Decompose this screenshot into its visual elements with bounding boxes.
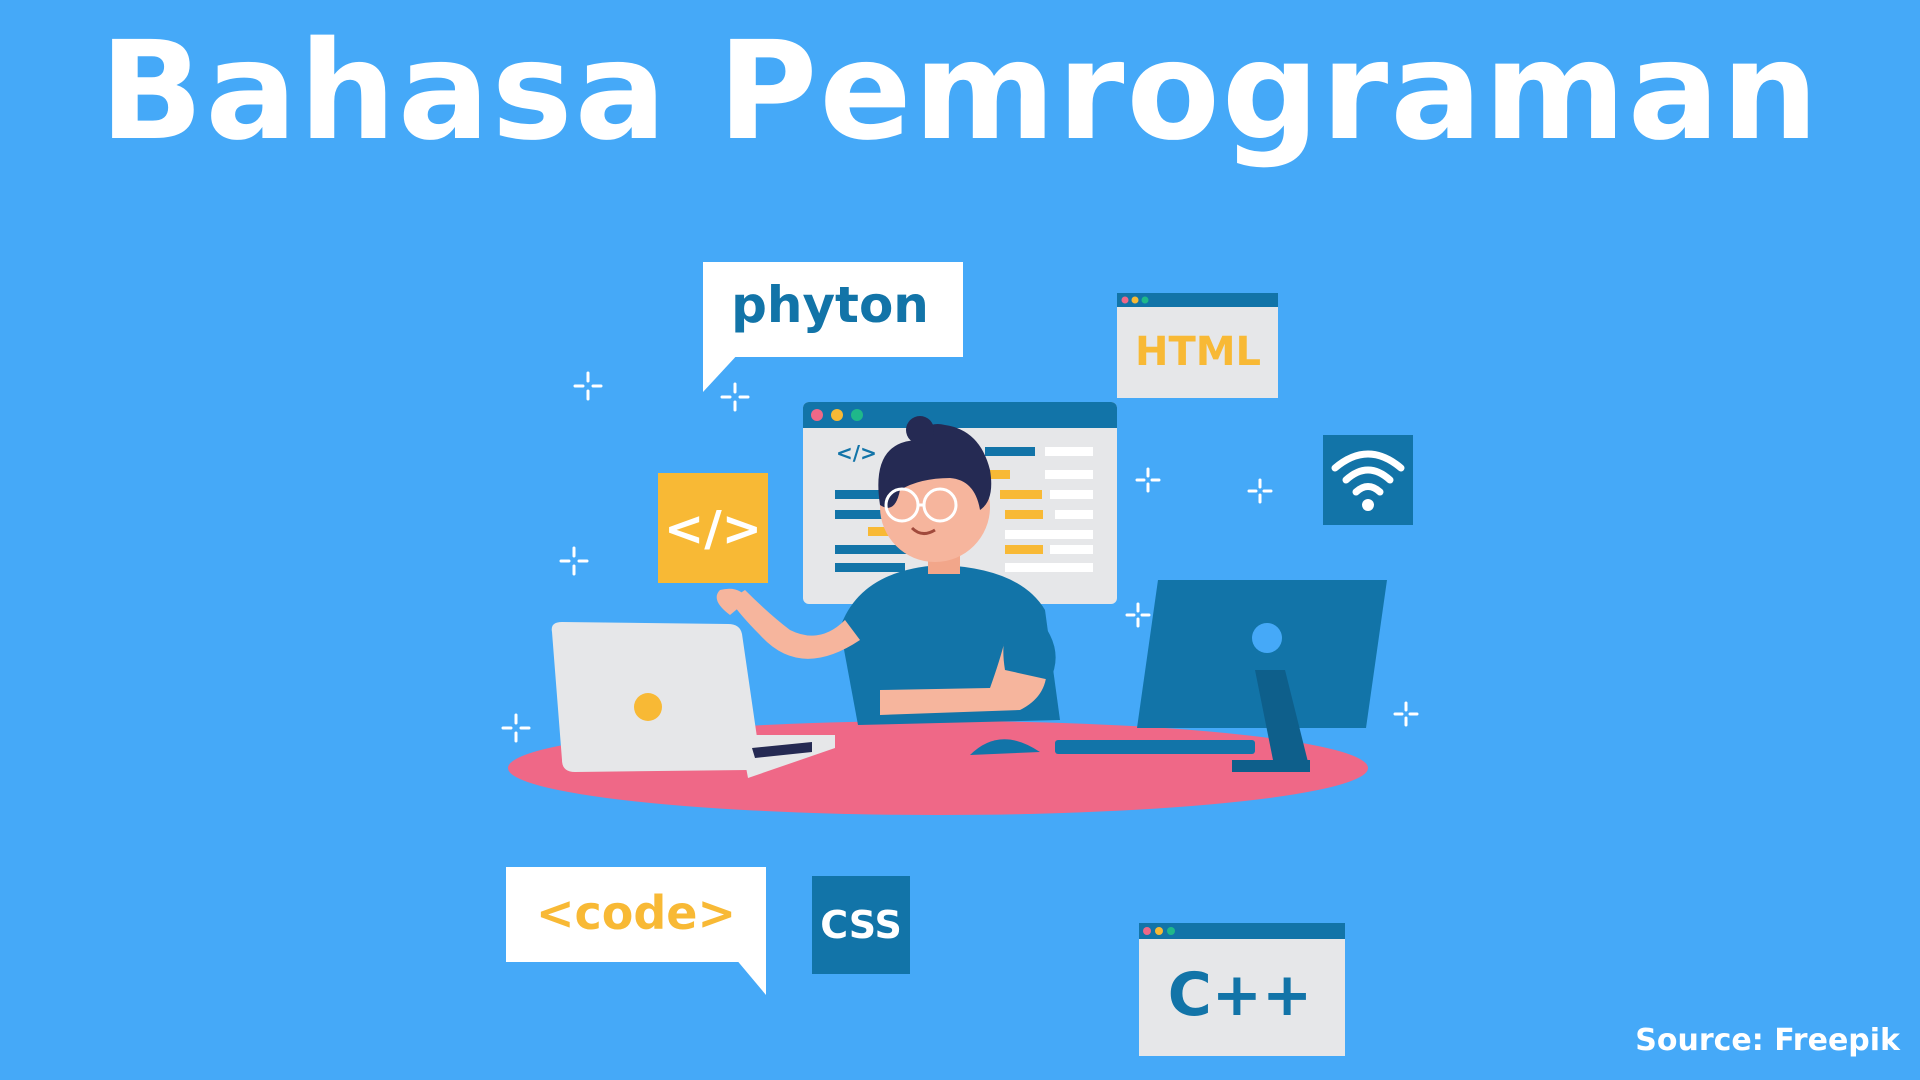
window-dot-green [851, 409, 863, 421]
window-dot-yellow [831, 409, 843, 421]
code-bubble: <code> [506, 867, 766, 995]
window-dot-yellow [1131, 296, 1139, 304]
source-credit: Source: Freepik [1635, 1023, 1900, 1058]
code-tag-box: </> [658, 473, 768, 583]
cpp-label: C++ [1168, 960, 1313, 1030]
css-box: CSS [812, 876, 910, 974]
code-label: <code> [536, 886, 736, 940]
python-label: phyton [731, 276, 929, 334]
html-label: HTML [1135, 329, 1261, 375]
window-dot-yellow [1155, 927, 1163, 935]
python-bubble: phyton [703, 262, 963, 392]
window-dot-red [811, 409, 823, 421]
css-label: CSS [820, 903, 902, 947]
keyboard [1055, 740, 1255, 754]
illustration: phyton HTML </> </> <code> CSS C++ [501, 262, 1419, 1056]
code-tag-label: </> [664, 501, 762, 557]
window-dot-green [1141, 296, 1149, 304]
cpp-window: C++ [1139, 923, 1345, 1056]
window-dot-red [1121, 296, 1129, 304]
wifi-box [1323, 435, 1413, 525]
window-dot-green [1167, 927, 1175, 935]
screen-code-tag: </> [836, 441, 877, 465]
html-window: HTML [1117, 293, 1278, 398]
window-dot-red [1143, 927, 1151, 935]
